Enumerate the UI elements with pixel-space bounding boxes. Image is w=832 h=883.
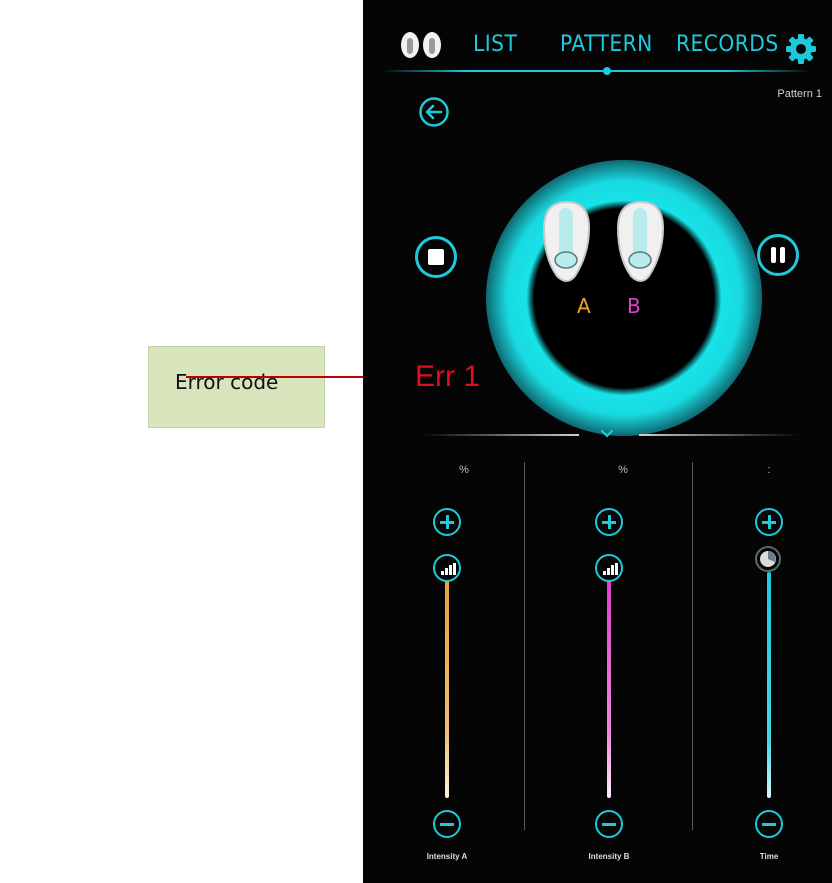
- earbuds-image: [539, 198, 669, 288]
- gear-icon[interactable]: [785, 33, 817, 65]
- time-handle[interactable]: [755, 546, 781, 572]
- intensity-a-slider[interactable]: [445, 580, 449, 798]
- intensity-a-label: Intensity A: [426, 852, 468, 861]
- error-code: Err 1: [415, 360, 481, 393]
- time-minus-button[interactable]: [755, 810, 783, 838]
- intensity-a-minus-button[interactable]: [433, 810, 461, 838]
- time-value: :: [767, 464, 771, 476]
- app-screen: LIST PATTERN RECORDS Pattern 1 A B Err 1…: [363, 0, 832, 883]
- device-a-label: A: [577, 294, 591, 318]
- active-tab-indicator: [603, 67, 611, 75]
- stop-button[interactable]: [415, 236, 457, 278]
- tab-list[interactable]: LIST: [473, 32, 517, 57]
- pause-button[interactable]: [757, 234, 799, 276]
- divider-left: [421, 434, 579, 436]
- column-separator: [524, 462, 525, 830]
- time-label: Time: [759, 852, 779, 861]
- column-separator: [692, 462, 693, 830]
- nav-underline: [381, 70, 811, 72]
- intensity-a-plus-button[interactable]: [433, 508, 461, 536]
- tab-records[interactable]: RECORDS: [676, 32, 779, 57]
- intensity-a-value: %: [459, 464, 469, 476]
- divider-right: [639, 434, 799, 436]
- stop-icon: [428, 249, 444, 265]
- intensity-a-handle[interactable]: [433, 554, 461, 582]
- time-plus-button[interactable]: [755, 508, 783, 536]
- pattern-name: Pattern 1: [777, 88, 822, 100]
- tab-pattern[interactable]: PATTERN: [560, 32, 653, 57]
- intensity-b-slider[interactable]: [607, 580, 611, 798]
- time-slider[interactable]: [767, 572, 771, 798]
- intensity-b-handle[interactable]: [595, 554, 623, 582]
- intensity-b-label: Intensity B: [588, 852, 630, 861]
- signal-bars-icon: [441, 563, 456, 575]
- intensity-b-value: %: [618, 464, 628, 476]
- chevron-down-icon[interactable]: [599, 427, 615, 439]
- clock-icon: [760, 551, 776, 567]
- device-logo-icon[interactable]: [397, 30, 447, 64]
- back-arrow-icon: [419, 97, 449, 127]
- intensity-b-plus-button[interactable]: [595, 508, 623, 536]
- signal-bars-icon: [603, 563, 618, 575]
- back-button[interactable]: [418, 96, 450, 128]
- callout-label: Error code: [175, 370, 279, 394]
- device-b-label: B: [627, 294, 641, 318]
- error-code-callout: Error code: [148, 346, 325, 428]
- intensity-b-minus-button[interactable]: [595, 810, 623, 838]
